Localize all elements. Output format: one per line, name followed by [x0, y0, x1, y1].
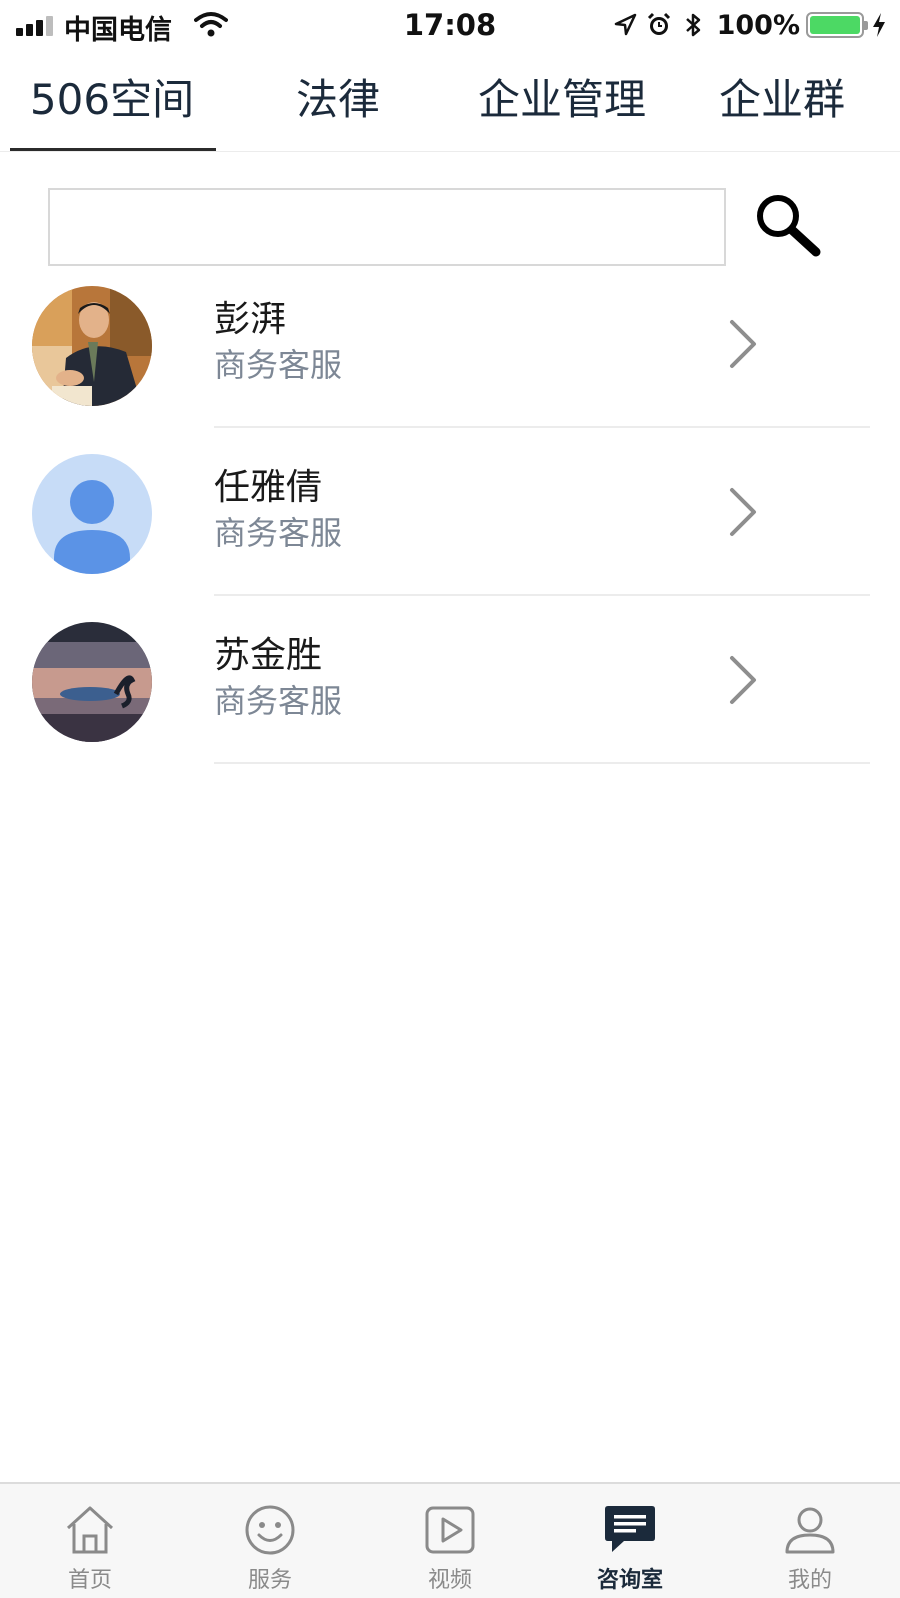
photo-man-at-desk-image — [32, 286, 152, 406]
contact-row[interactable]: 苏金胜 商务客服 — [0, 596, 900, 764]
bluetooth-icon — [685, 13, 700, 37]
row-divider — [214, 762, 870, 764]
status-right-group: 100% — [611, 8, 888, 42]
nav-service-label: 服务 — [247, 1568, 292, 1593]
nav-mine[interactable]: 我的 — [720, 1484, 900, 1598]
avatar — [32, 622, 152, 742]
contact-name: 彭湃 — [214, 299, 287, 340]
avatar — [32, 454, 152, 574]
person-icon — [785, 1507, 835, 1554]
battery-level — [810, 16, 860, 34]
avatar — [32, 286, 152, 406]
contact-row[interactable]: 彭湃 商务客服 — [0, 260, 900, 428]
alarm-icon — [647, 12, 670, 35]
bottom-nav: 首页 服务 视频 咨询室 我的 — [0, 1482, 900, 1598]
default-person-avatar-icon — [32, 454, 152, 574]
category-tabs: 506空间 法律 企业管理 企业群 — [0, 52, 900, 152]
nav-home[interactable]: 首页 — [0, 1484, 180, 1598]
smiley-icon — [245, 1505, 295, 1555]
charging-bolt-icon — [873, 13, 885, 37]
chat-icon — [605, 1506, 655, 1552]
search-input[interactable] — [48, 188, 726, 266]
home-icon — [66, 1506, 114, 1554]
nav-consult-room-label: 咨询室 — [596, 1568, 663, 1593]
contact-role: 商务客服 — [214, 514, 343, 552]
nav-consult-room[interactable]: 咨询室 — [540, 1484, 720, 1598]
contact-row[interactable]: 任雅倩 商务客服 — [0, 428, 900, 596]
contact-name: 任雅倩 — [214, 467, 323, 508]
location-arrow-icon — [614, 13, 636, 36]
active-tab-indicator — [10, 148, 216, 151]
tab-506-space[interactable]: 506空间 — [2, 52, 222, 152]
contact-role: 商务客服 — [214, 346, 343, 384]
tab-law[interactable]: 法律 — [228, 52, 448, 152]
tab-enterprise-group[interactable]: 企业群 — [672, 52, 892, 152]
nav-video-label: 视频 — [427, 1568, 472, 1593]
nav-home-label: 首页 — [67, 1568, 112, 1593]
nav-video[interactable]: 视频 — [360, 1484, 540, 1598]
chevron-right-icon — [730, 656, 756, 704]
battery-icon — [806, 12, 868, 38]
nav-mine-label: 我的 — [787, 1568, 832, 1593]
search-icon[interactable] — [748, 186, 830, 268]
photo-swan-lake-image — [32, 622, 152, 742]
tab-enterprise-management[interactable]: 企业管理 — [452, 52, 672, 152]
play-icon — [425, 1506, 475, 1554]
status-bar: 中国电信 17:08 100% — [0, 0, 900, 52]
nav-service[interactable]: 服务 — [180, 1484, 360, 1598]
contact-role: 商务客服 — [214, 682, 343, 720]
chevron-right-icon — [730, 488, 756, 536]
chevron-right-icon — [730, 320, 756, 368]
contact-name: 苏金胜 — [214, 635, 323, 676]
battery-percent: 100% — [716, 9, 800, 41]
